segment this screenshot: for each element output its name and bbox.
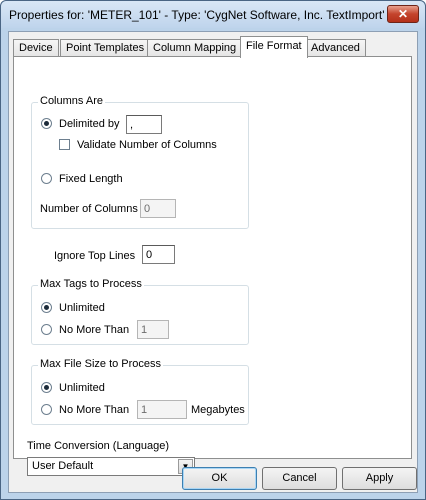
max-tags-title: Max Tags to Process bbox=[38, 278, 144, 290]
close-icon: ✕ bbox=[397, 7, 409, 21]
delimited-radio[interactable] bbox=[41, 118, 52, 129]
time-conversion-select[interactable]: User Default ▼ bbox=[27, 457, 195, 476]
max-tags-no-more-than-radio[interactable] bbox=[41, 324, 52, 335]
columns-are-group: Columns Are Delimited by Validate Number… bbox=[31, 95, 249, 229]
max-file-size-no-more-than-radio[interactable] bbox=[41, 404, 52, 415]
num-columns-label: Number of Columns bbox=[40, 203, 138, 215]
file-format-panel: Columns Are Delimited by Validate Number… bbox=[13, 56, 412, 476]
validate-columns-checkbox[interactable] bbox=[59, 139, 70, 150]
max-file-size-input[interactable] bbox=[137, 400, 187, 419]
fixed-length-radio[interactable] bbox=[41, 173, 52, 184]
dialog-client: Device Point Templates Column Mapping Fi… bbox=[8, 31, 418, 493]
close-button[interactable]: ✕ bbox=[387, 5, 419, 23]
validate-columns-label: Validate Number of Columns bbox=[77, 139, 217, 151]
megabytes-label: Megabytes bbox=[191, 404, 245, 416]
apply-button[interactable]: Apply bbox=[342, 467, 417, 490]
max-tags-unlimited-label: Unlimited bbox=[59, 302, 105, 314]
fixed-length-label: Fixed Length bbox=[59, 173, 123, 185]
ignore-top-lines-input[interactable] bbox=[142, 245, 175, 264]
max-tags-group: Max Tags to Process Unlimited No More Th… bbox=[31, 278, 249, 345]
tab-point-templates[interactable]: Point Templates bbox=[60, 39, 151, 57]
num-columns-input[interactable] bbox=[140, 199, 176, 218]
ok-button[interactable]: OK bbox=[182, 467, 257, 490]
tab-column-mapping[interactable]: Column Mapping bbox=[147, 39, 243, 57]
properties-dialog: Properties for: 'METER_101' - Type: 'Cyg… bbox=[0, 0, 426, 500]
cancel-button[interactable]: Cancel bbox=[262, 467, 337, 490]
max-tags-unlimited-radio[interactable] bbox=[41, 302, 52, 313]
max-file-size-title: Max File Size to Process bbox=[38, 358, 164, 370]
ignore-top-lines-label: Ignore Top Lines bbox=[54, 250, 136, 262]
delimited-label: Delimited by bbox=[59, 118, 120, 130]
delimiter-input[interactable] bbox=[126, 115, 162, 134]
columns-are-title: Columns Are bbox=[38, 95, 105, 107]
tab-device[interactable]: Device bbox=[13, 39, 59, 57]
max-tags-input[interactable] bbox=[137, 320, 169, 339]
time-conversion-value: User Default bbox=[32, 460, 94, 472]
window-title: Properties for: 'METER_101' - Type: 'Cyg… bbox=[9, 8, 385, 22]
tab-advanced[interactable]: Advanced bbox=[305, 39, 366, 57]
max-file-size-unlimited-label: Unlimited bbox=[59, 382, 105, 394]
max-file-size-group: Max File Size to Process Unlimited No Mo… bbox=[31, 358, 249, 425]
max-file-size-no-more-than-label: No More Than bbox=[59, 404, 130, 416]
max-tags-no-more-than-label: No More Than bbox=[59, 324, 130, 336]
max-file-size-unlimited-radio[interactable] bbox=[41, 382, 52, 393]
title-bar[interactable]: Properties for: 'METER_101' - Type: 'Cyg… bbox=[1, 1, 425, 28]
time-conversion-label: Time Conversion (Language) bbox=[27, 440, 170, 452]
tab-file-format[interactable]: File Format bbox=[240, 36, 308, 58]
